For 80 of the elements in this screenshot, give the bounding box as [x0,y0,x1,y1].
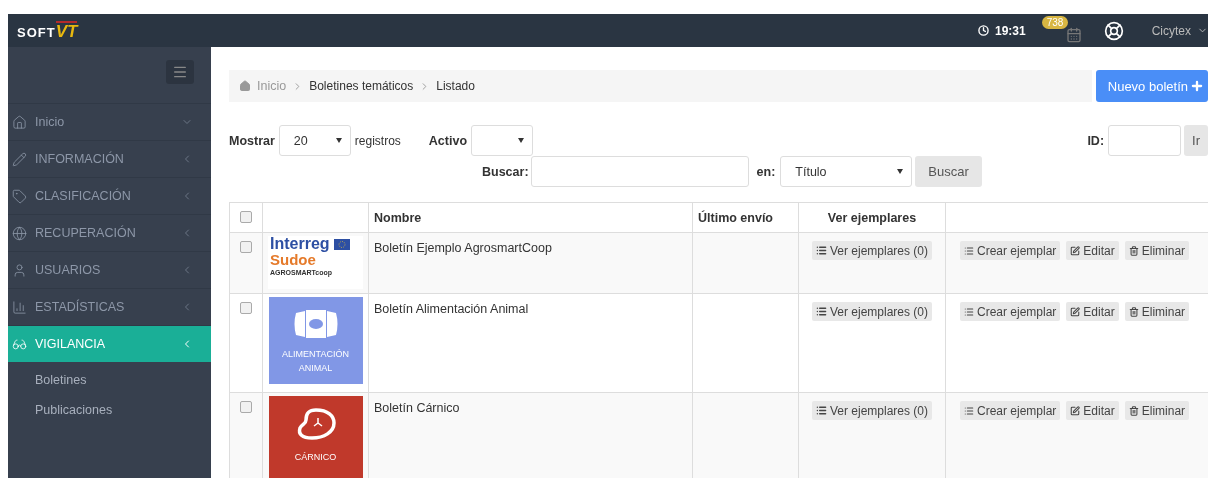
field-label: ID: [1087,133,1105,148]
column-header: Nombre [369,203,693,232]
sidebar-item[interactable]: INFORMACIÓN [8,140,211,177]
field-label: Mostrar [229,133,275,148]
row-action-button[interactable]: Crear ejemplar [960,241,1061,260]
sidebar-item[interactable]: Inicio [8,103,211,140]
field-label: Activo [428,133,469,148]
table-cell-text: Boletín Ejemplo AgrosmartCoop [374,240,552,255]
breadcrumb-item[interactable]: Boletines temáticos [309,79,414,93]
sidebar-subitem[interactable]: Publicaciones [8,392,211,422]
thumbnail-caption: CÁRNICO [294,451,337,464]
list-icon [815,405,827,416]
search-field[interactable] [530,156,749,187]
meat-icon [295,408,336,442]
row-action-button[interactable]: Eliminar [1124,401,1190,420]
column-header: Ver ejemplares [799,203,946,232]
sacks-icon [292,309,339,339]
edit-icon [1070,245,1081,256]
row-action-button[interactable]: Editar [1066,241,1119,260]
notification-badge: 738 [1041,15,1069,29]
row-action-button[interactable]: Crear ejemplar [960,302,1061,321]
pencil-icon [12,151,27,167]
view-copies-button[interactable]: Ver ejemplares (0) [811,401,932,420]
field-label: en: [756,164,776,179]
row-action-button[interactable]: Eliminar [1124,241,1190,260]
list-icon [964,245,974,256]
row-action-button[interactable]: Crear ejemplar [960,401,1061,420]
list-icon [815,306,827,317]
list-icon [964,306,974,317]
breadcrumb-item: Listado [436,79,475,93]
page-size-select[interactable]: 20 [278,125,351,156]
menu-button[interactable] [166,60,194,84]
flag-icon [333,238,350,250]
trash-icon [1128,405,1139,416]
select-all-checkbox[interactable] [240,211,252,223]
tag-icon [12,188,27,204]
row-checkbox[interactable] [240,241,252,253]
table-cell-text: Boletín Cárnico [374,400,460,415]
bar-chart-icon [12,299,27,315]
row-action-button[interactable]: Eliminar [1124,302,1190,321]
active-select[interactable] [470,125,533,156]
sidebar-subitem[interactable]: Boletines [8,362,211,392]
list-icon [964,405,974,416]
search-in-select[interactable]: Título [780,156,913,187]
go-button[interactable]: Ir [1184,125,1208,156]
sidebar-item[interactable]: USUARIOS [8,251,211,288]
row-checkbox[interactable] [240,401,252,413]
menu-icon [172,64,188,80]
row-action-button[interactable]: Editar [1066,401,1119,420]
view-copies-button[interactable]: Ver ejemplares (0) [811,241,932,260]
sidebar-item[interactable]: RECUPERACIÓN [8,214,211,251]
field-label: registros [354,133,402,148]
thumbnail-caption: ALIMENTACIÓN ANIMAL [282,348,349,376]
logo-text: Interreg [270,236,361,252]
home-icon [239,80,251,92]
search-button[interactable]: Buscar [915,156,982,187]
app-logo: SOFTVT [16,21,80,40]
view-copies-button[interactable]: Ver ejemplares (0) [811,302,932,321]
table-cell-text: Boletín Alimentación Animal [374,301,529,316]
trash-icon [1128,245,1139,256]
home-icon [12,114,27,130]
user-icon [12,262,27,278]
row-checkbox[interactable] [240,302,252,314]
logo-text: Sudoe [270,252,316,267]
clock-icon [977,25,989,36]
user-menu[interactable]: Cicytex [1151,23,1191,38]
trash-icon [1128,306,1139,317]
plus-icon [1190,79,1204,93]
calendar-icon[interactable] [1065,26,1082,43]
globe-icon [12,225,27,241]
field-label: Buscar: [482,164,529,179]
edit-icon [1070,306,1081,317]
clock-time: 19:31 [994,23,1026,38]
row-action-button[interactable]: Editar [1066,302,1119,321]
sidebar-item[interactable]: CLASIFICACIÓN [8,177,211,214]
help-icon[interactable] [1103,20,1124,41]
edit-icon [1070,405,1081,416]
column-header: Último envío [693,203,799,232]
id-field[interactable] [1108,125,1182,156]
list-icon [815,245,827,256]
